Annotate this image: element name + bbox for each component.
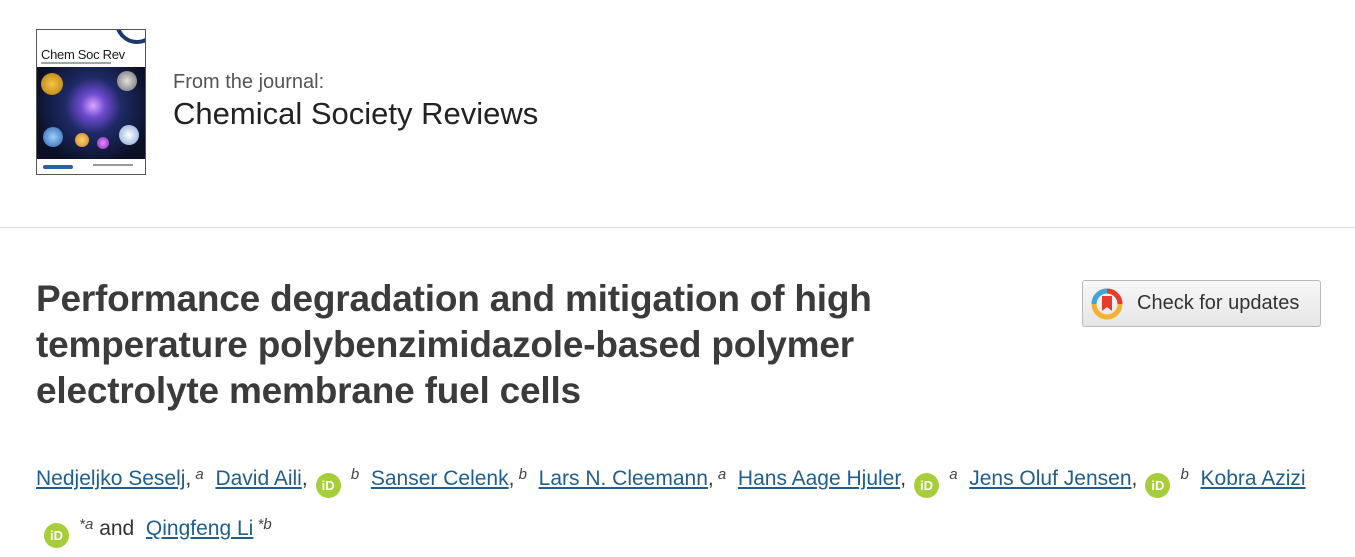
affiliation-mark: b [1176, 466, 1189, 483]
article-title: Performance degradation and mitigation o… [36, 278, 872, 411]
affiliation-mark: *b [253, 516, 272, 533]
cover-artwork [37, 67, 145, 159]
affiliation-mark: a [191, 466, 204, 483]
cover-masthead: Chem Soc Rev [37, 30, 145, 67]
orcid-icon[interactable]: iD [44, 523, 69, 548]
cover-footer [37, 159, 145, 174]
affiliation-mark: *a [75, 516, 94, 533]
from-journal-label: From the journal: [173, 71, 325, 93]
check-for-updates-button[interactable]: Check for updates [1082, 280, 1321, 327]
author-separator: , [900, 467, 907, 490]
author-link[interactable]: Kobra Azizi [1201, 467, 1306, 490]
orcid-icon[interactable]: iD [914, 473, 940, 498]
crossmark-icon [1091, 288, 1123, 319]
cover-title: Chem Soc Rev [41, 47, 125, 62]
cover-publisher-logo [43, 165, 73, 169]
affiliation-mark: a [713, 466, 727, 483]
cover-logo-arc [115, 30, 145, 44]
author-and: and [99, 517, 135, 540]
author-list: Nedjeljko Seselj, a David Aili, iD b Sans… [36, 452, 1326, 552]
affiliation-mark: b [514, 466, 527, 483]
author-link[interactable]: Sanser Celenk [371, 467, 509, 490]
author-link[interactable]: Lars N. Cleemann [539, 467, 708, 490]
orcid-icon[interactable]: iD [1145, 473, 1171, 498]
orcid-icon[interactable]: iD [315, 473, 341, 498]
author-link[interactable]: Hans Aage Hjuler [738, 467, 900, 490]
affiliation-mark: a [945, 466, 958, 483]
author-separator: , [301, 467, 308, 490]
author-separator: , [1131, 467, 1138, 490]
journal-name-link[interactable]: Chemical Society Reviews [173, 96, 538, 132]
journal-cover-image[interactable]: Chem Soc Rev [36, 29, 146, 175]
author-link[interactable]: Qingfeng Li [146, 517, 253, 540]
check-for-updates-label: Check for updates [1137, 292, 1300, 314]
author-link[interactable]: David Aili [215, 467, 301, 490]
cover-footer-text-line [93, 164, 133, 166]
author-link[interactable]: Jens Oluf Jensen [969, 467, 1131, 490]
cover-subtitle-line [41, 62, 111, 64]
journal-header: Chem Soc Rev From the journal: Chemical … [0, 0, 1355, 228]
author-link[interactable]: Nedjeljko Seselj [36, 467, 185, 490]
affiliation-mark: b [346, 466, 360, 483]
